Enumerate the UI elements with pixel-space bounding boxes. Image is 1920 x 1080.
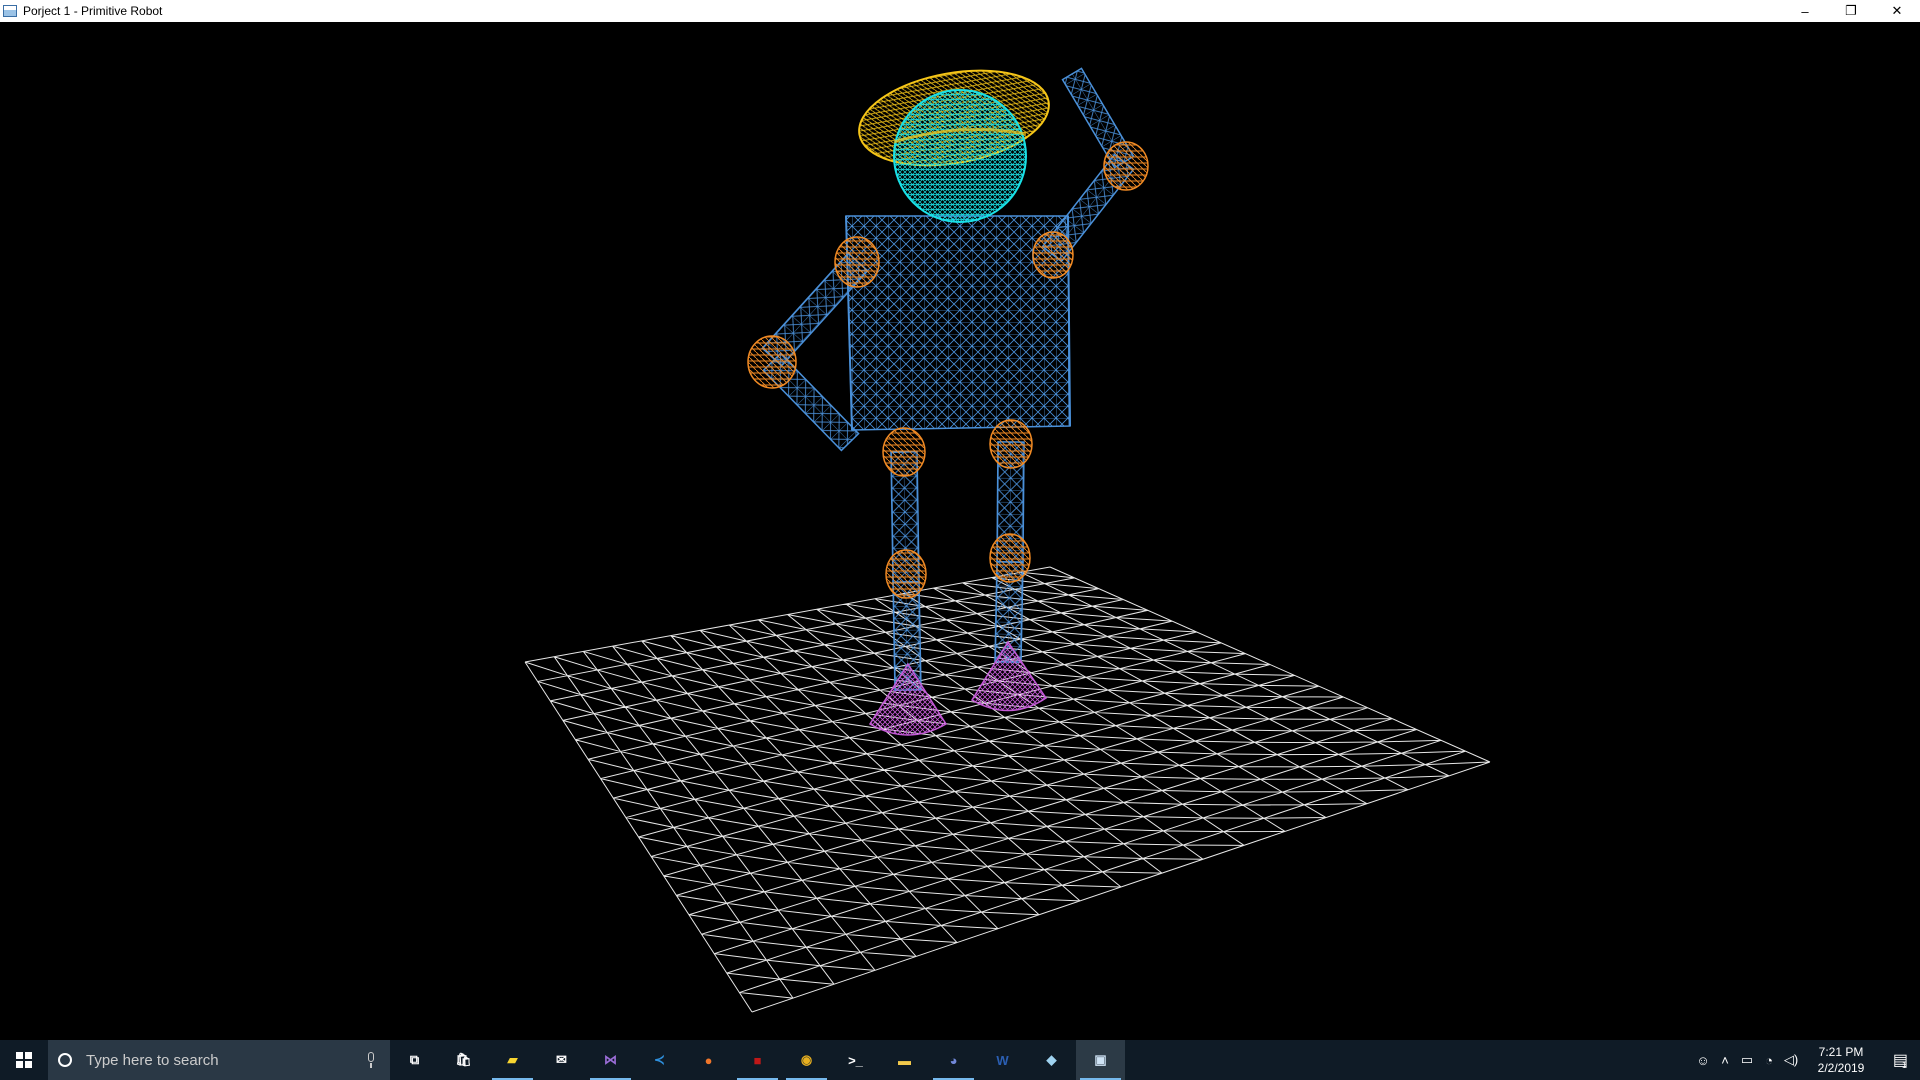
red-app-icon: ■ [753, 1052, 762, 1068]
clock-date: 2/2/2019 [1817, 1061, 1865, 1075]
title-bar: Porject 1 - Primitive Robot – ❐ ✕ [0, 0, 1920, 22]
terminal-icon: >_ [848, 1052, 863, 1068]
window-title: Porject 1 - Primitive Robot [23, 4, 163, 18]
robot-left-knee-joint [885, 549, 927, 599]
discord-icon: ◕ [949, 1052, 958, 1068]
windows-logo-icon [16, 1052, 32, 1068]
render-viewport[interactable] [0, 22, 1920, 1040]
visual-studio-button[interactable]: ⋈ [586, 1040, 635, 1080]
app-window-icon [3, 5, 17, 17]
robot-right-foot [970, 640, 1048, 712]
robot-right-hip-joint [989, 419, 1033, 469]
window-controls: – ❐ ✕ [1782, 0, 1920, 22]
robot-model [747, 67, 1149, 736]
search-placeholder: Type here to search [86, 1051, 219, 1069]
paint-icon: ◆ [1046, 1052, 1057, 1067]
chrome-button[interactable]: ◉ [782, 1040, 831, 1080]
robot-right-shoulder-joint [1032, 231, 1074, 279]
visual-studio-icon: ⋈ [604, 1052, 617, 1067]
robot-left-elbow-joint [747, 335, 797, 389]
robot-app-button[interactable]: ▣ [1076, 1040, 1125, 1080]
search-box[interactable]: Type here to search [48, 1040, 390, 1080]
sticky-notes-button[interactable]: ▰ [488, 1040, 537, 1080]
firefox-button[interactable]: ● [684, 1040, 733, 1080]
file-explorer-icon: ▬ [898, 1052, 911, 1068]
network-icon[interactable]: ◔ [1758, 1040, 1780, 1080]
sticky-notes-icon: ▰ [507, 1052, 518, 1067]
wireframe-scene [524, 67, 1491, 1013]
volume-icon[interactable]: ◁) [1780, 1040, 1802, 1080]
word-button[interactable]: W [978, 1040, 1027, 1080]
pinned-apps: ⧉ 🛍 ▰ ✉ ⋈ ≺ ● ■ ◉ >_ ▬ ◕ W ◆ ▣ [390, 1040, 1125, 1080]
file-explorer-button[interactable]: ▬ [880, 1040, 929, 1080]
minimize-button[interactable]: – [1782, 0, 1828, 22]
red-app-button[interactable]: ■ [733, 1040, 782, 1080]
vscode-icon: ≺ [654, 1052, 665, 1067]
start-button[interactable] [0, 1040, 48, 1080]
robot-right-elbow-joint [1103, 141, 1149, 191]
close-button[interactable]: ✕ [1874, 0, 1920, 22]
restore-button[interactable]: ❐ [1828, 0, 1874, 22]
mail-icon: ✉ [556, 1052, 567, 1067]
system-tray: ☺ ˄ ▭ ◔ ◁) 7:21 PM 2/2/2019 ▤ 1 [1692, 1040, 1920, 1080]
task-view-icon: ⧉ [409, 1052, 420, 1067]
show-hidden-icons-icon[interactable]: ˄ [1714, 1040, 1736, 1080]
robot-left-hip-joint [882, 427, 926, 477]
action-center-button[interactable]: ▤ 1 [1880, 1040, 1920, 1080]
clock[interactable]: 7:21 PM 2/2/2019 [1802, 1044, 1880, 1076]
robot-left-shoulder-joint [834, 236, 880, 288]
notification-count: 1 [1902, 1060, 1908, 1070]
store-button[interactable]: 🛍 [439, 1040, 488, 1080]
cortana-icon [58, 1053, 72, 1067]
people-icon[interactable]: ☺ [1692, 1040, 1714, 1080]
discord-button[interactable]: ◕ [929, 1040, 978, 1080]
store-icon: 🛍 [455, 1052, 472, 1067]
clock-time: 7:21 PM [1818, 1045, 1864, 1059]
robot-head [893, 89, 1027, 223]
mail-button[interactable]: ✉ [537, 1040, 586, 1080]
taskbar: Type here to search ⧉ 🛍 ▰ ✉ ⋈ ≺ ● ■ ◉ >_ ▬ ◕ W ◆ ▣ ☺ ˄… [0, 1040, 1920, 1080]
microphone-icon[interactable] [366, 1052, 376, 1068]
word-icon: W [996, 1052, 1009, 1068]
firefox-icon: ● [704, 1052, 713, 1068]
robot-app-icon: ▣ [1094, 1052, 1107, 1067]
vscode-button[interactable]: ≺ [635, 1040, 684, 1080]
terminal-button[interactable]: >_ [831, 1040, 880, 1080]
task-view-button[interactable]: ⧉ [390, 1040, 439, 1080]
battery-icon[interactable]: ▭ [1736, 1040, 1758, 1080]
paint-button[interactable]: ◆ [1027, 1040, 1076, 1080]
chrome-icon: ◉ [800, 1052, 813, 1067]
robot-right-knee-joint [989, 533, 1031, 583]
